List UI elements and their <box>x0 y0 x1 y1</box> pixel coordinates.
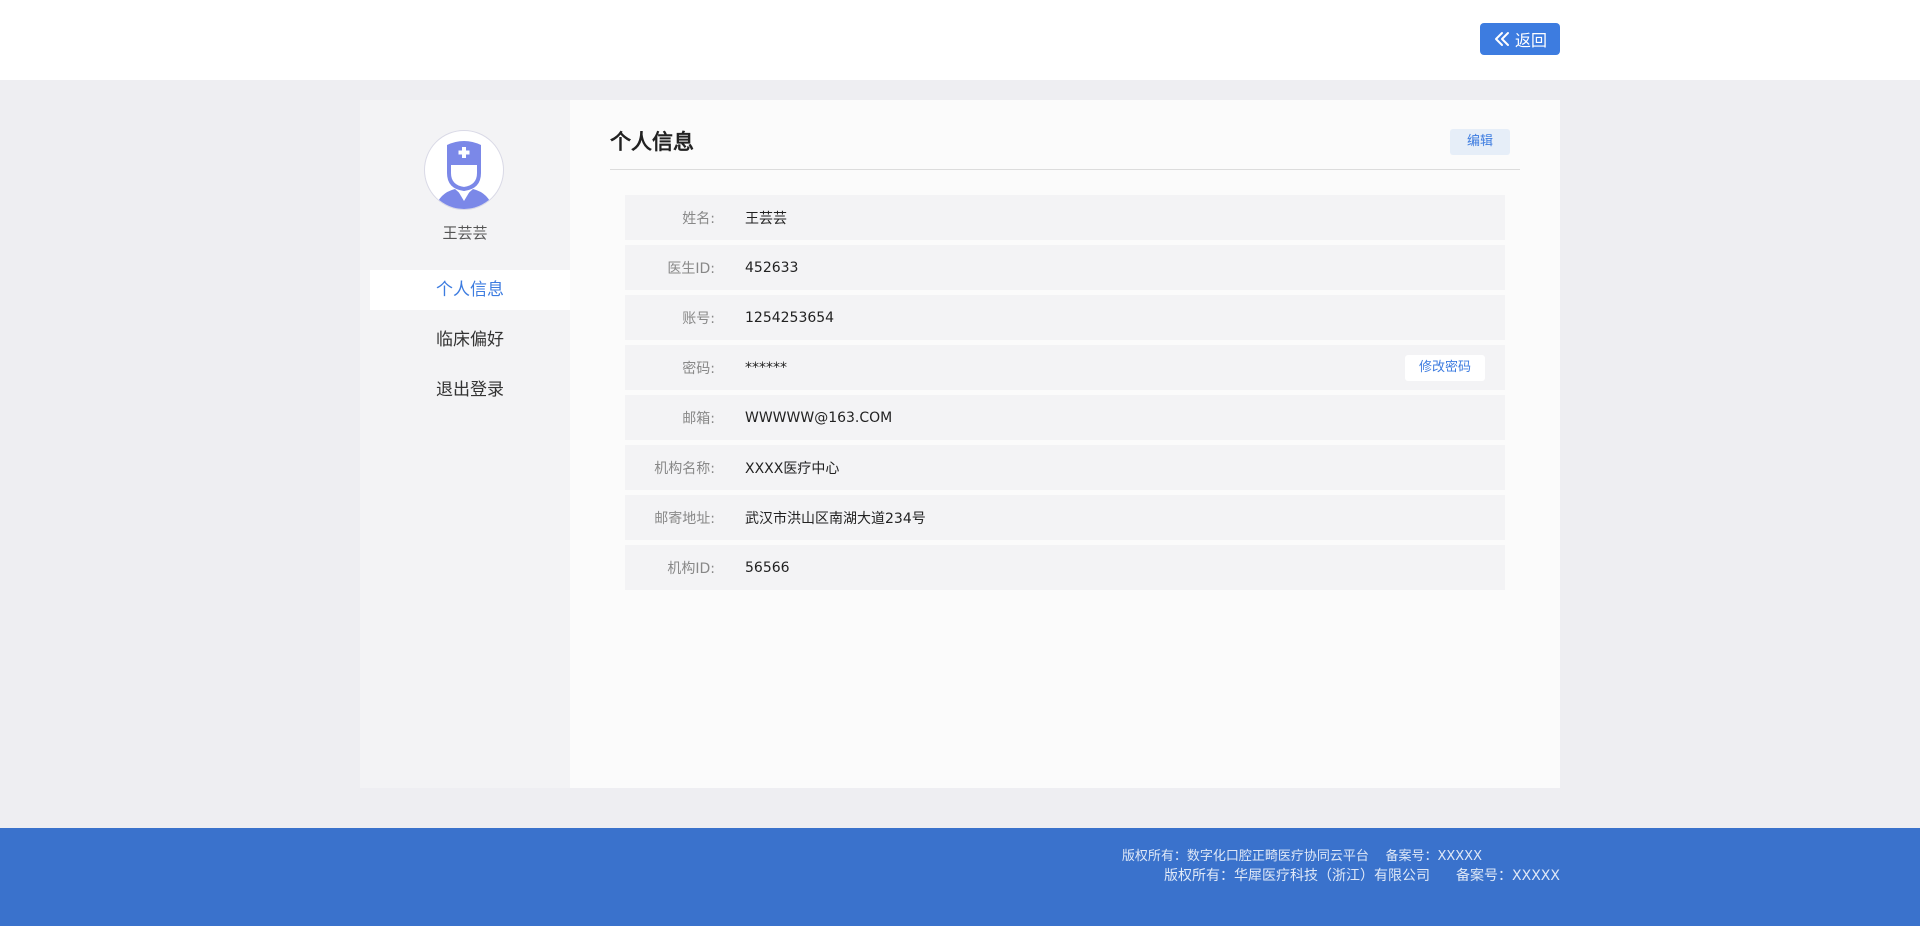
footer-line-1: 版权所有：数字化口腔正畸医疗协同云平台 备案号：XXXXX <box>1122 845 1482 864</box>
title-divider <box>610 169 1520 170</box>
profile-container: 王芸芸 个人信息 临床偏好 退出登录 个人信息 编辑 姓名: 王芸芸 医生ID:… <box>360 100 1560 788</box>
field-label: 机构ID: <box>667 560 715 577</box>
footer-record-2: 备案号：XXXXX <box>1456 868 1560 884</box>
footer-copyright-1: 版权所有：数字化口腔正畸医疗协同云平台 <box>1121 849 1369 864</box>
field-label: 邮箱: <box>682 410 715 427</box>
info-row-name: 姓名: 王芸芸 <box>625 195 1505 240</box>
avatar <box>424 130 504 210</box>
sidebar-item-clinical-preferences[interactable]: 临床偏好 <box>370 320 570 360</box>
info-row-email: 邮箱: WWWWW@163.COM <box>625 395 1505 440</box>
field-value: 1254253654 <box>745 309 835 326</box>
edit-button[interactable]: 编辑 <box>1450 129 1510 155</box>
page-title: 个人信息 <box>610 130 694 154</box>
field-label: 姓名: <box>682 210 715 227</box>
field-value: 王芸芸 <box>745 210 787 227</box>
footer-record-1: 备案号：XXXXX <box>1385 849 1482 864</box>
change-password-button[interactable]: 修改密码 <box>1405 355 1485 381</box>
sidebar-item-logout[interactable]: 退出登录 <box>370 370 570 410</box>
top-bar: 返回 <box>0 0 1920 80</box>
double-chevron-left-icon <box>1494 32 1509 46</box>
info-row-institution-id: 机构ID: 56566 <box>625 545 1505 590</box>
field-value: WWWWW@163.COM <box>745 409 893 426</box>
back-button-label: 返回 <box>1514 31 1547 50</box>
info-row-institution-name: 机构名称: XXXX医疗中心 <box>625 445 1505 490</box>
info-row-doctor-id: 医生ID: 452633 <box>625 245 1505 290</box>
field-value: XXXX医疗中心 <box>745 460 840 477</box>
info-row-account: 账号: 1254253654 <box>625 295 1505 340</box>
info-row-mailing-address: 邮寄地址: 武汉市洪山区南湖大道234号 <box>625 495 1505 540</box>
field-label: 医生ID: <box>667 260 715 277</box>
doctor-avatar-icon <box>435 141 493 209</box>
footer: 版权所有：数字化口腔正畸医疗协同云平台 备案号：XXXXX 版权所有：华犀医疗科… <box>0 828 1920 926</box>
field-value: 武汉市洪山区南湖大道234号 <box>745 510 926 527</box>
field-label: 账号: <box>682 310 715 327</box>
footer-copyright-2: 版权所有：华犀医疗科技（浙江）有限公司 <box>1164 868 1431 884</box>
main-panel: 个人信息 编辑 姓名: 王芸芸 医生ID: 452633 账号: 1254253… <box>570 100 1560 788</box>
username: 王芸芸 <box>442 224 488 242</box>
field-value: ****** <box>745 359 787 376</box>
field-label: 密码: <box>682 360 715 377</box>
footer-line-2: 版权所有：华犀医疗科技（浙江）有限公司 备案号：XXXXX <box>1164 865 1560 885</box>
field-value: 56566 <box>745 559 790 576</box>
field-label: 邮寄地址: <box>654 510 715 527</box>
back-button[interactable]: 返回 <box>1480 23 1560 55</box>
info-list: 姓名: 王芸芸 医生ID: 452633 账号: 1254253654 密码: … <box>625 195 1505 595</box>
info-row-password: 密码: ****** 修改密码 <box>625 345 1505 390</box>
sidebar: 王芸芸 个人信息 临床偏好 退出登录 <box>360 100 570 788</box>
field-label: 机构名称: <box>654 460 715 477</box>
sidebar-item-personal-info[interactable]: 个人信息 <box>370 270 570 310</box>
field-value: 452633 <box>745 259 799 276</box>
